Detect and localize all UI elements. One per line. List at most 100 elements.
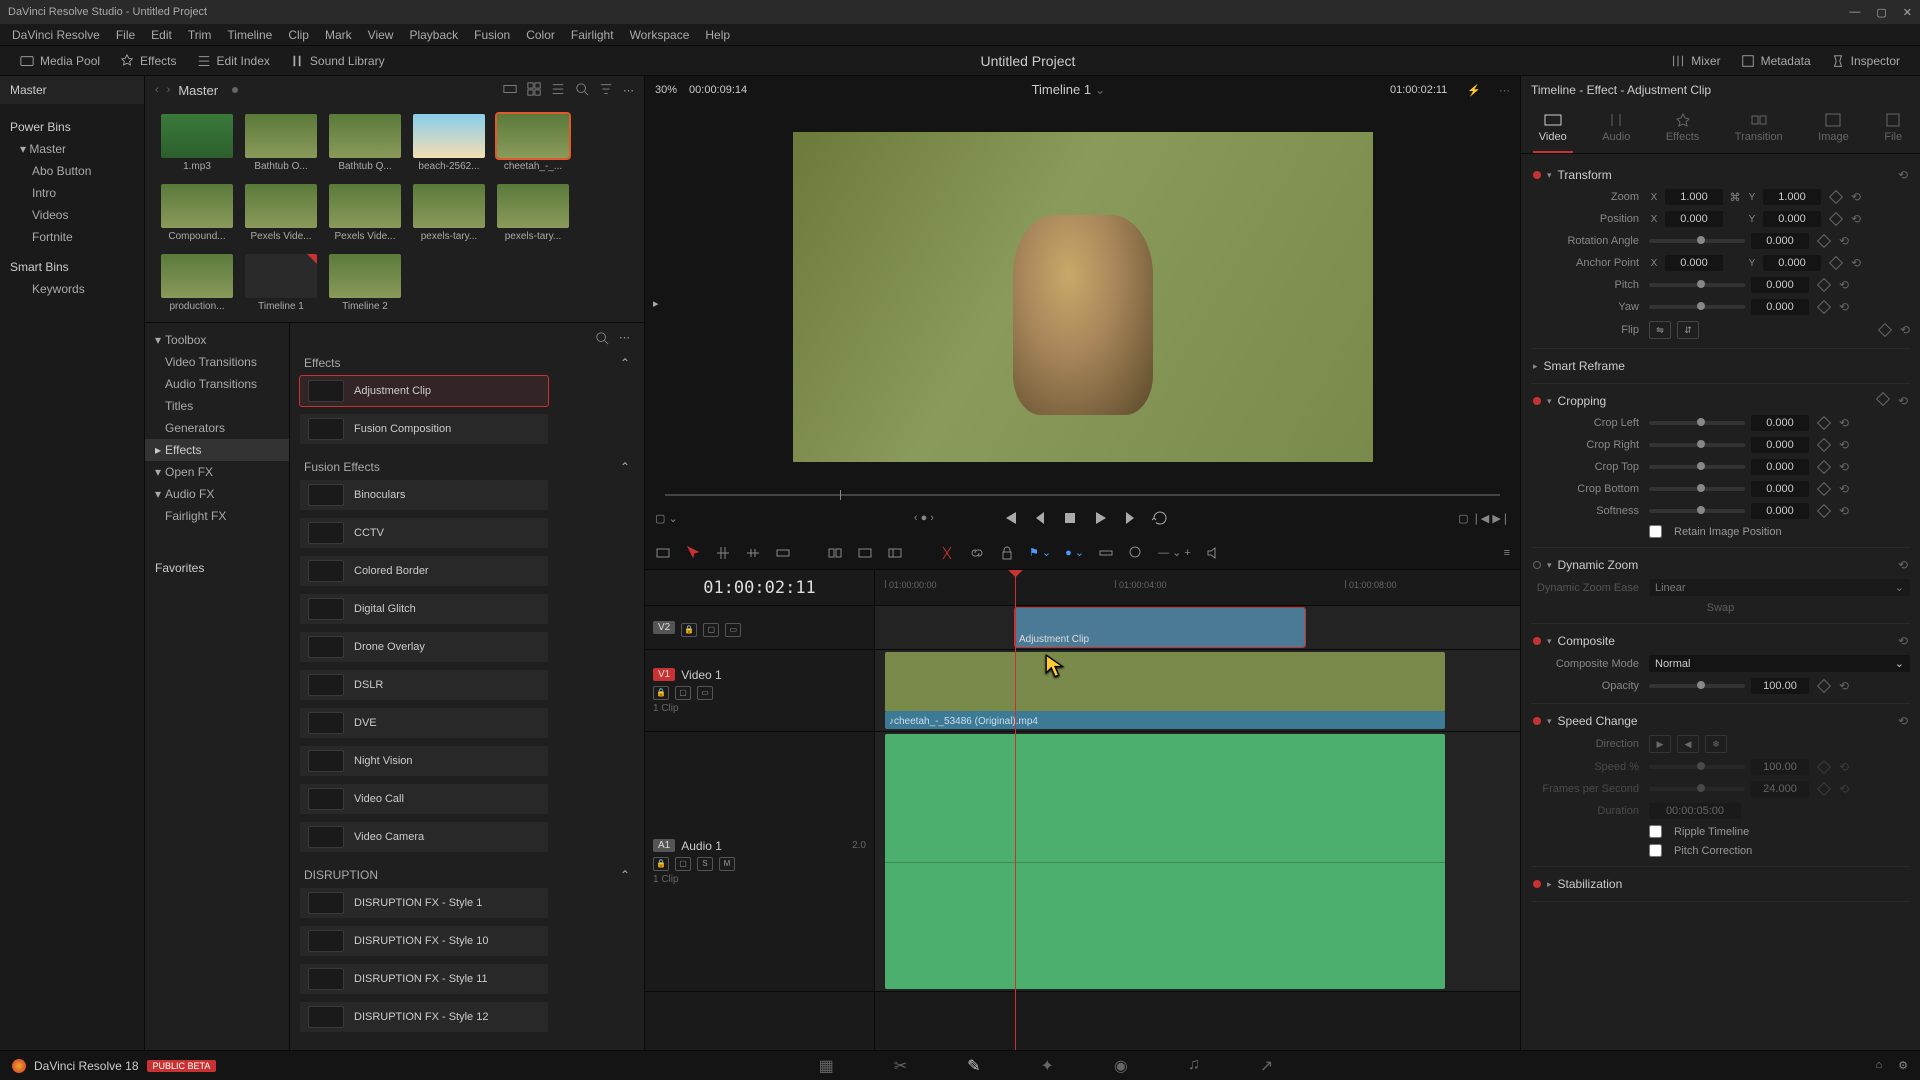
sound-library-button[interactable]: Sound Library [280, 50, 395, 72]
v1-enable-icon[interactable]: ▭ [697, 686, 713, 700]
anchor-reset-icon[interactable]: ⟲ [1851, 256, 1861, 270]
crop-right-slider[interactable] [1649, 443, 1745, 447]
track-a1[interactable] [875, 732, 1520, 992]
menu-edit[interactable]: Edit [143, 28, 180, 42]
adjustment-clip[interactable]: Adjustment Clip [1015, 608, 1305, 647]
menu-color[interactable]: Color [518, 28, 563, 42]
fx-more-icon[interactable]: ⋯ [619, 331, 630, 348]
sort-icon[interactable] [599, 82, 613, 99]
fx-openfx[interactable]: ▾ Open FX [145, 461, 289, 483]
pitch-slider[interactable] [1649, 283, 1745, 287]
fx-fusion-section[interactable]: Fusion Effects⌃ [300, 454, 634, 480]
flip-v-button[interactable]: ⇵ [1677, 321, 1699, 339]
nav-back-icon[interactable]: ‹ [155, 84, 159, 96]
pos-x[interactable]: 0.000 [1665, 211, 1723, 227]
media-thumb[interactable]: Pexels Vide... [329, 184, 401, 242]
v2-enable-icon[interactable]: ▭ [725, 623, 741, 637]
timeline-view-icon[interactable] [655, 545, 671, 561]
inspector-button[interactable]: Inspector [1821, 50, 1910, 72]
pos-y[interactable]: 0.000 [1763, 211, 1821, 227]
a1-lock-icon[interactable]: 🔒 [653, 857, 669, 871]
fx-item[interactable]: DISRUPTION FX - Style 10 [300, 926, 548, 956]
ins-tab-video[interactable]: Video [1533, 108, 1573, 153]
track-head-v1[interactable]: V1 Video 1 🔒▢▭ 1 Clip [645, 650, 874, 732]
crop-top-slider[interactable] [1649, 465, 1745, 469]
cropping-section[interactable]: ▾Cropping⟲ [1531, 390, 1910, 412]
mixer-button[interactable]: Mixer [1661, 50, 1730, 72]
menu-fairlight[interactable]: Fairlight [563, 28, 622, 42]
pos-kf-icon[interactable] [1829, 212, 1843, 226]
crop-left-slider[interactable] [1649, 421, 1745, 425]
metadata-button[interactable]: Metadata [1731, 50, 1821, 72]
yaw-kf-icon[interactable] [1817, 300, 1831, 314]
page-fusion-icon[interactable]: ✦ [1041, 1056, 1054, 1076]
stabilization-section[interactable]: ▸Stabilization [1531, 873, 1910, 895]
bin-intro[interactable]: Intro [0, 182, 144, 204]
playhead[interactable] [1015, 570, 1016, 1050]
lock-icon[interactable] [999, 545, 1015, 561]
media-thumb[interactable]: Pexels Vide... [245, 184, 317, 242]
media-thumb[interactable]: beach-2562... [413, 114, 485, 172]
fx-titles[interactable]: Titles [145, 395, 289, 417]
media-thumb[interactable]: pexels-tary... [497, 184, 569, 242]
page-deliver-icon[interactable]: ↗ [1260, 1056, 1273, 1076]
retain-position-check[interactable] [1649, 525, 1662, 538]
menu-clip[interactable]: Clip [280, 28, 317, 42]
page-cut-icon[interactable]: ✂ [894, 1056, 907, 1076]
video-clip[interactable] [885, 652, 1445, 712]
zoom-link-icon[interactable]: ⌘ [1729, 191, 1741, 204]
pos-reset-icon[interactable]: ⟲ [1851, 212, 1861, 226]
zoom-kf-icon[interactable] [1829, 190, 1843, 204]
favorites-header[interactable]: Favorites [145, 557, 289, 579]
smart-bins-header[interactable]: Smart Bins [0, 256, 144, 278]
media-thumb[interactable]: production... [161, 254, 233, 312]
menu-file[interactable]: File [108, 28, 143, 42]
effects-button[interactable]: Effects [110, 50, 186, 72]
view-list-icon[interactable] [551, 82, 565, 99]
rotation-val[interactable]: 0.000 [1751, 233, 1809, 249]
dir-freeze-button[interactable]: ❄ [1705, 735, 1727, 753]
crop-bottom-slider[interactable] [1649, 487, 1745, 491]
fx-item[interactable]: DVE [300, 708, 548, 738]
dynamic-zoom-section[interactable]: ▾Dynamic Zoom⟲ [1531, 554, 1910, 576]
yaw-val[interactable]: 0.000 [1751, 299, 1809, 315]
viewer-more-icon[interactable]: ⋯ [1499, 84, 1510, 97]
trim-tool-icon[interactable] [715, 545, 731, 561]
dir-rev-button[interactable]: ◀ [1677, 735, 1699, 753]
menu-fusion[interactable]: Fusion [466, 28, 518, 42]
transform-reset-icon[interactable]: ⟲ [1898, 168, 1908, 182]
more-icon[interactable]: ⋯ [623, 84, 634, 97]
menu-workspace[interactable]: Workspace [622, 28, 698, 42]
fx-item[interactable]: DSLR [300, 670, 548, 700]
overwrite-icon[interactable] [857, 545, 873, 561]
composite-mode-select[interactable]: Normal⌄ [1649, 655, 1910, 672]
fx-search-icon[interactable] [595, 331, 609, 348]
crop-left-val[interactable]: 0.000 [1751, 415, 1809, 431]
crop-bottom-val[interactable]: 0.000 [1751, 481, 1809, 497]
dynamic-trim-icon[interactable] [745, 545, 761, 561]
media-thumb[interactable]: Timeline 1 [245, 254, 317, 312]
a1-badge[interactable]: A1 [653, 839, 675, 852]
v1-lock-icon[interactable]: 🔒 [653, 686, 669, 700]
fx-item[interactable]: CCTV [300, 518, 548, 548]
fx-item[interactable]: Digital Glitch [300, 594, 548, 624]
marker-icon[interactable]: ● ⌄ [1065, 546, 1084, 559]
crop-top-val[interactable]: 0.000 [1751, 459, 1809, 475]
media-thumb[interactable]: Timeline 2 [329, 254, 401, 312]
a1-solo-icon[interactable]: S [697, 857, 713, 871]
flip-reset-icon[interactable]: ⟲ [1900, 323, 1910, 337]
mark-in-icon[interactable]: ▸ [653, 297, 659, 310]
page-media-icon[interactable]: ▦ [819, 1056, 834, 1076]
zoom-x[interactable]: 1.000 [1665, 189, 1723, 205]
fx-disruption-section[interactable]: DISRUPTION⌃ [300, 862, 634, 888]
track-head-a1[interactable]: A1 Audio 1 2.0 🔒▢SM 1 Clip [645, 732, 874, 992]
pitch-kf-icon[interactable] [1817, 278, 1831, 292]
fx-adjustment-clip[interactable]: Adjustment Clip [300, 376, 548, 406]
fx-audiofx[interactable]: ▾ Audio FX [145, 483, 289, 505]
yaw-slider[interactable] [1649, 305, 1745, 309]
fx-effects-section[interactable]: Effects⌃ [300, 350, 634, 376]
page-edit-icon[interactable]: ✎ [967, 1056, 980, 1076]
master-bin[interactable]: ▾ Master [0, 138, 144, 160]
opacity-slider[interactable] [1649, 684, 1745, 688]
v1-badge[interactable]: V1 [653, 668, 675, 681]
